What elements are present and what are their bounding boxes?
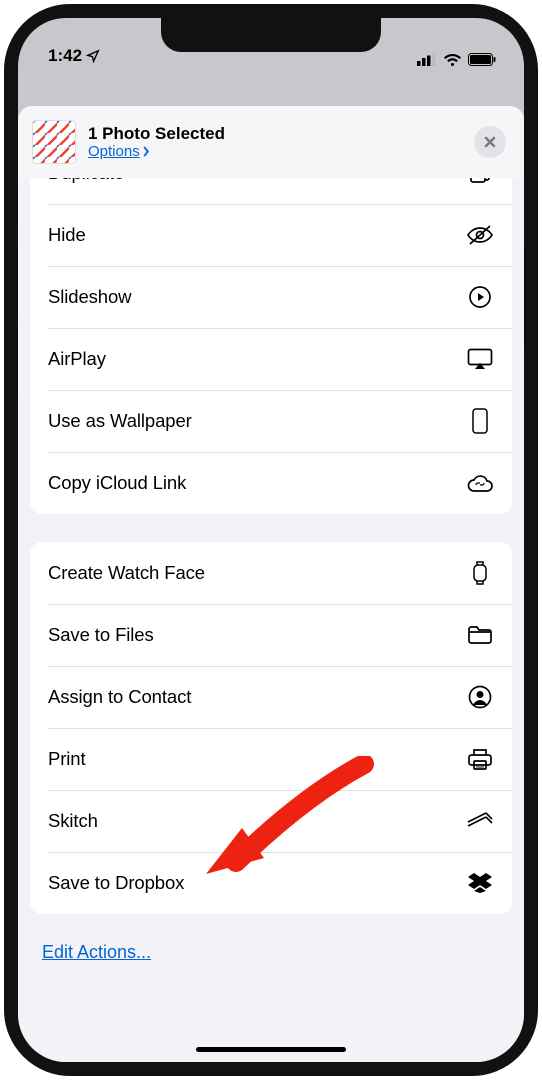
airplay-icon [466, 345, 494, 373]
action-slideshow[interactable]: Slideshow [30, 266, 512, 328]
action-label: Slideshow [48, 286, 131, 308]
action-assign-contact[interactable]: Assign to Contact [30, 666, 512, 728]
action-group-2: Create Watch Face Save to Files Assign t… [30, 542, 512, 914]
sheet-header: 1 Photo Selected Options [18, 106, 524, 178]
location-icon [86, 49, 100, 63]
action-label: Hide [48, 224, 86, 246]
folder-icon [466, 621, 494, 649]
print-icon [466, 745, 494, 773]
action-wallpaper[interactable]: Use as Wallpaper [30, 390, 512, 452]
action-group-1: Duplicate Hide Slideshow [30, 178, 512, 514]
play-icon [466, 283, 494, 311]
chevron-right-icon [142, 146, 150, 157]
edit-actions-link[interactable]: Edit Actions... [18, 942, 524, 1003]
action-hide[interactable]: Hide [30, 204, 512, 266]
action-skitch[interactable]: Skitch [30, 790, 512, 852]
photo-thumbnail[interactable] [32, 120, 76, 164]
wifi-icon [443, 52, 462, 66]
contact-icon [466, 683, 494, 711]
watch-icon [466, 559, 494, 587]
close-button[interactable] [474, 126, 506, 158]
duplicate-icon [466, 178, 494, 187]
phone-icon [466, 407, 494, 435]
action-label: AirPlay [48, 348, 106, 370]
status-icons [417, 52, 496, 66]
action-airplay[interactable]: AirPlay [30, 328, 512, 390]
action-label: Duplicate [48, 178, 124, 184]
action-label: Create Watch Face [48, 562, 205, 584]
action-icloud-link[interactable]: Copy iCloud Link [30, 452, 512, 514]
action-save-files[interactable]: Save to Files [30, 604, 512, 666]
action-watch-face[interactable]: Create Watch Face [30, 542, 512, 604]
cloud-link-icon [466, 469, 494, 497]
action-label: Skitch [48, 810, 98, 832]
cellular-icon [417, 53, 437, 66]
close-icon [483, 135, 497, 149]
action-print[interactable]: Print [30, 728, 512, 790]
action-label: Assign to Contact [48, 686, 191, 708]
action-dropbox[interactable]: Save to Dropbox [30, 852, 512, 914]
home-indicator[interactable] [196, 1047, 346, 1052]
sheet-title: 1 Photo Selected [88, 124, 225, 144]
skitch-icon [466, 807, 494, 835]
action-label: Use as Wallpaper [48, 410, 192, 432]
options-label: Options [88, 143, 140, 160]
dropbox-icon [466, 869, 494, 897]
share-sheet: 1 Photo Selected Options Duplicate [18, 106, 524, 1062]
status-time: 1:42 [48, 46, 82, 66]
action-label: Copy iCloud Link [48, 472, 186, 494]
hide-icon [466, 221, 494, 249]
action-label: Print [48, 748, 86, 770]
options-link[interactable]: Options [88, 143, 225, 160]
action-label: Save to Dropbox [48, 872, 184, 894]
battery-icon [468, 53, 496, 66]
action-duplicate[interactable]: Duplicate [30, 178, 512, 204]
action-label: Save to Files [48, 624, 154, 646]
